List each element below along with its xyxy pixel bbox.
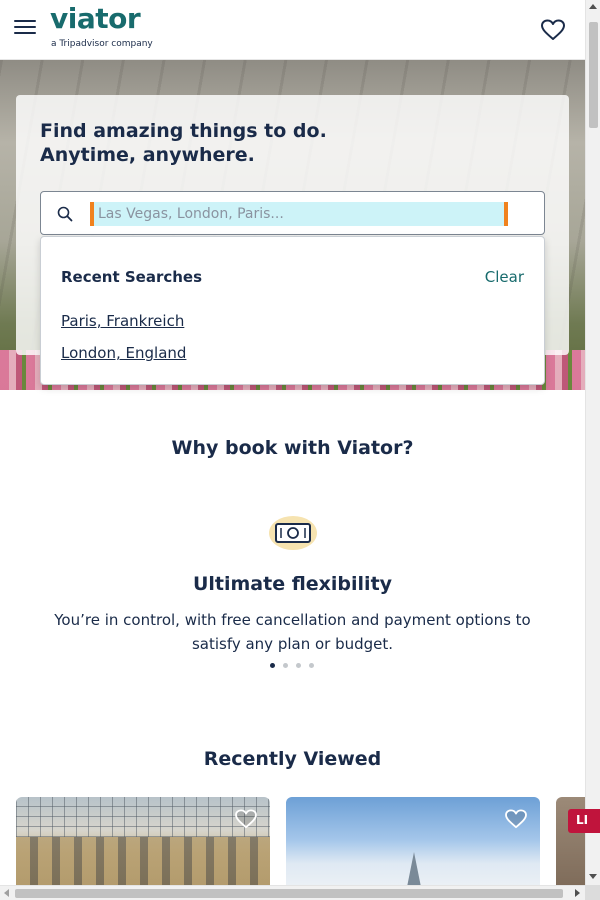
hero-title: Find amazing things to do. Anytime, anyw… — [40, 120, 327, 166]
recent-search-item[interactable]: Paris, Frankreich — [61, 312, 184, 330]
recently-viewed-title: Recently Viewed — [203, 748, 382, 770]
recently-viewed-card[interactable] — [16, 797, 270, 892]
hamburger-menu-icon[interactable] — [14, 20, 36, 38]
vertical-scrollbar[interactable] — [585, 0, 600, 885]
heart-outline-icon[interactable] — [505, 809, 527, 829]
carousel-dots — [270, 663, 320, 671]
clear-recent-searches-link[interactable]: Clear — [485, 268, 524, 286]
carousel-dot[interactable] — [296, 663, 301, 668]
card-image — [16, 797, 270, 837]
scroll-up-arrow-icon[interactable] — [589, 4, 597, 9]
logo-subtitle: a Tripadvisor company — [51, 39, 153, 49]
vertical-scroll-thumb[interactable] — [589, 22, 598, 128]
heart-icon[interactable] — [541, 19, 565, 41]
top-header: viator a Tripadvisor company — [0, 0, 585, 60]
heart-outline-icon[interactable] — [235, 809, 257, 829]
why-book-title: Why book with Viator? — [171, 437, 414, 459]
money-icon — [266, 514, 320, 552]
carousel-dot[interactable] — [270, 663, 275, 668]
card-badge: LI — [568, 809, 600, 833]
scroll-left-arrow-icon[interactable] — [4, 889, 9, 897]
viator-logo[interactable]: viator — [50, 2, 141, 35]
recent-searches-dropdown: Recent Searches Clear Paris, Frankreich … — [40, 236, 545, 385]
search-box[interactable] — [40, 191, 545, 235]
recent-search-item[interactable]: London, England — [61, 344, 186, 362]
search-input[interactable] — [90, 202, 508, 226]
search-icon — [57, 206, 73, 222]
page: viator a Tripadvisor company Find amazin… — [0, 0, 600, 900]
horizontal-scroll-thumb[interactable] — [15, 889, 563, 898]
recent-searches-title: Recent Searches — [61, 268, 203, 286]
scroll-down-arrow-icon[interactable] — [589, 874, 597, 879]
recently-viewed-card[interactable] — [286, 797, 540, 892]
horizontal-scrollbar[interactable] — [0, 885, 585, 900]
feature-description: You’re in control, with free cancellatio… — [54, 611, 531, 653]
carousel-dot[interactable] — [309, 663, 314, 668]
feature-title: Ultimate flexibility — [192, 573, 393, 595]
carousel-dot[interactable] — [283, 663, 288, 668]
scrollbar-corner — [585, 885, 600, 900]
scroll-right-arrow-icon[interactable] — [575, 889, 580, 897]
